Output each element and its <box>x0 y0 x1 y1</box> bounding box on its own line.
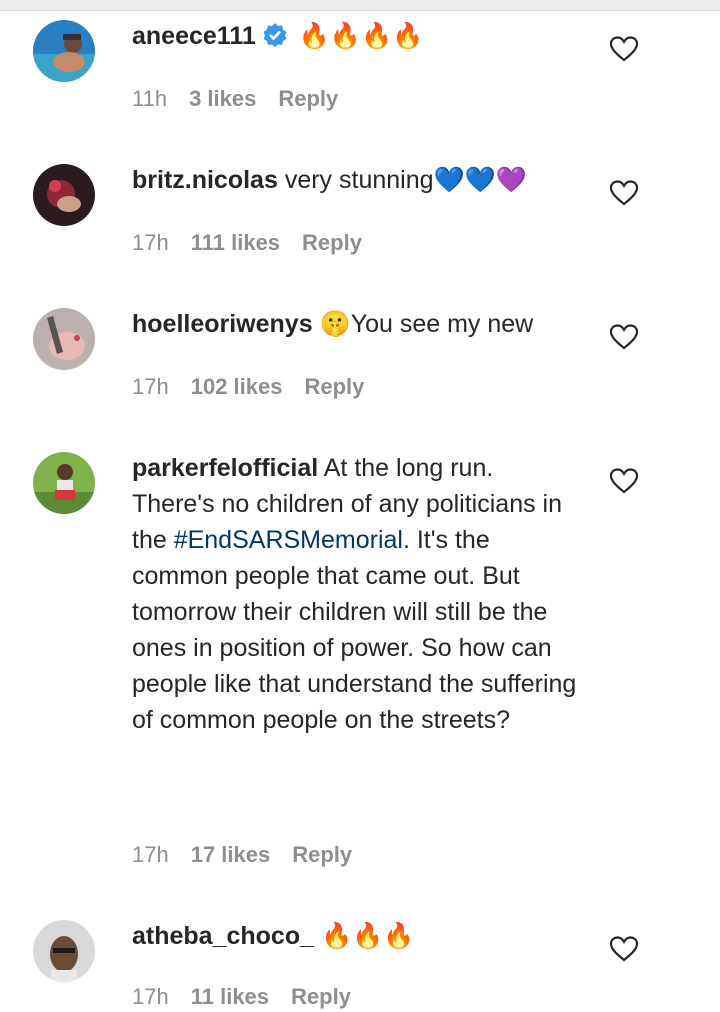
avatar[interactable] <box>33 308 95 370</box>
comment-likes[interactable]: 11 likes <box>191 984 269 1009</box>
comment-time: 11h <box>132 86 168 111</box>
verified-badge-icon <box>262 22 288 48</box>
comment-username[interactable]: britz.nicolas <box>132 166 278 194</box>
comment-body: 🤫You see my new <box>312 310 534 338</box>
like-heart-icon[interactable] <box>609 324 639 350</box>
comment-likes[interactable]: 17 likes <box>191 842 271 867</box>
comment-body: 🔥🔥🔥 <box>314 922 415 950</box>
like-heart-icon[interactable] <box>609 36 639 62</box>
hashtag-link[interactable]: #EndSARSMemorial <box>174 526 403 554</box>
comment-body-end: . It's the common people that came out. … <box>132 526 577 734</box>
top-divider <box>0 0 720 11</box>
avatar[interactable] <box>33 920 95 982</box>
reply-button[interactable]: Reply <box>278 86 338 111</box>
comment-time: 17h <box>132 230 169 255</box>
comment-text: atheba_choco_ 🔥🔥🔥 <box>132 918 582 954</box>
comment-text: britz.nicolas very stunning💙💙💜 <box>132 162 582 198</box>
comment-time: 17h <box>132 374 169 399</box>
comment-text: hoelleoriwenys 🤫You see my new <box>132 306 582 342</box>
like-heart-icon[interactable] <box>609 468 639 494</box>
comment-username[interactable]: aneece111 <box>132 22 256 50</box>
comment-likes[interactable]: 111 likes <box>191 230 280 255</box>
reply-button[interactable]: Reply <box>292 842 352 867</box>
avatar[interactable] <box>33 20 95 82</box>
avatar[interactable] <box>33 452 95 514</box>
comment-body: very stunning💙💙💜 <box>277 166 527 194</box>
comment-meta: 17h 17 likes Reply <box>132 840 374 870</box>
comment-username[interactable]: parkerfelofficial <box>132 454 318 482</box>
comment-username[interactable]: hoelleoriwenys <box>132 310 313 338</box>
comment-text: parkerfelofficial At the long run. There… <box>132 450 582 738</box>
reply-button[interactable]: Reply <box>291 984 351 1009</box>
comment-meta: 17h 11 likes Reply <box>132 982 373 1012</box>
comment-likes[interactable]: 3 likes <box>189 86 256 111</box>
comment-body: 🔥🔥🔥🔥 <box>291 22 424 50</box>
like-heart-icon[interactable] <box>609 936 639 962</box>
reply-button[interactable]: Reply <box>302 230 362 255</box>
comment-meta: 11h 3 likes Reply <box>132 84 360 114</box>
comment-time: 17h <box>132 984 169 1009</box>
comment-likes[interactable]: 102 likes <box>191 374 283 399</box>
like-heart-icon[interactable] <box>609 180 639 206</box>
comment-text: aneece111 🔥🔥🔥🔥 <box>132 18 582 54</box>
comment-username[interactable]: atheba_choco_ <box>132 922 314 950</box>
comment-meta: 17h 111 likes Reply <box>132 228 384 258</box>
comment-meta: 17h 102 likes Reply <box>132 372 386 402</box>
comment-time: 17h <box>132 842 169 867</box>
reply-button[interactable]: Reply <box>304 374 364 399</box>
avatar[interactable] <box>33 164 95 226</box>
